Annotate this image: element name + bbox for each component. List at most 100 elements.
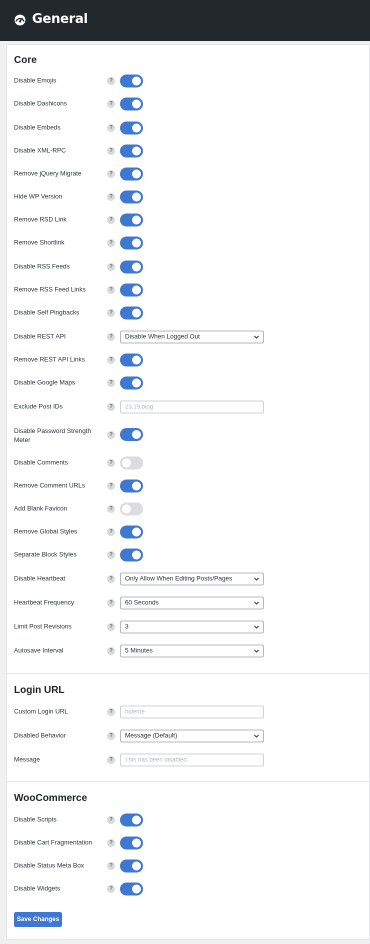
setting-label: Disable Cart Fragmentation: [14, 839, 93, 847]
heartbeat-frequency-select[interactable]: 60 Seconds: [120, 596, 264, 610]
help-icon[interactable]: ?: [107, 505, 115, 513]
setting-row-remove-shortlink: Remove Shortlink ?: [14, 235, 364, 251]
setting-row-exclude-post-ids: Exclude Post IDs ?: [14, 399, 364, 415]
setting-row-hide-wp-version: Hide WP Version ?: [14, 189, 364, 205]
setting-row-disable-heartbeat: Disable Heartbeat ? Only Allow When Edit…: [14, 571, 364, 587]
setting-label: Disable Status Meta Box: [14, 862, 84, 870]
help-icon[interactable]: ?: [107, 379, 115, 387]
help-icon[interactable]: ?: [107, 885, 115, 893]
toggle-switch[interactable]: [120, 306, 143, 320]
help-icon[interactable]: ?: [107, 286, 115, 294]
setting-label: Disable REST API: [14, 333, 66, 341]
toggle-switch[interactable]: [120, 428, 143, 441]
disable-rest-api-select[interactable]: Disable When Logged Out: [120, 330, 264, 344]
setting-label: Disable Google Maps: [14, 379, 76, 387]
setting-row-disable-comments: Disable Comments ?: [14, 455, 364, 471]
toggle-switch[interactable]: [120, 236, 143, 250]
help-icon[interactable]: ?: [107, 575, 115, 583]
setting-row-disabled-behavior: Disabled Behavior ? Message (Default): [14, 728, 364, 744]
toggle-switch[interactable]: [120, 456, 143, 470]
setting-row-remove-comment-urls: Remove Comment URLs ?: [14, 478, 364, 494]
help-icon[interactable]: ?: [107, 170, 115, 178]
message-input[interactable]: [120, 753, 264, 767]
toggle-switch[interactable]: [120, 882, 143, 896]
toggle-switch[interactable]: [120, 190, 143, 204]
exclude-post-ids-input[interactable]: [120, 400, 264, 414]
setting-label: Disable Scripts: [14, 816, 57, 824]
toggle-switch[interactable]: [120, 548, 143, 562]
help-icon[interactable]: ?: [107, 193, 115, 201]
help-icon[interactable]: ?: [107, 647, 115, 655]
setting-row-disable-xml-rpc: Disable XML-RPC ?: [14, 143, 364, 159]
help-icon[interactable]: ?: [107, 756, 115, 764]
setting-label: Hide WP Version: [14, 193, 63, 201]
select-value: 5 Minutes: [125, 647, 153, 655]
chevron-down-icon: [254, 577, 259, 581]
help-icon[interactable]: ?: [107, 708, 115, 716]
disabled-behavior-select[interactable]: Message (Default): [120, 729, 264, 743]
toggle-switch[interactable]: [120, 74, 143, 88]
help-icon[interactable]: ?: [107, 216, 115, 224]
help-icon[interactable]: ?: [107, 356, 115, 364]
setting-row-disable-google-maps: Disable Google Maps ?: [14, 375, 364, 391]
toggle-switch[interactable]: [120, 836, 143, 850]
custom-login-url-input[interactable]: [120, 705, 264, 719]
help-icon[interactable]: ?: [107, 816, 115, 824]
setting-label: Remove Shortlink: [14, 239, 65, 247]
toggle-switch[interactable]: [120, 353, 143, 367]
help-icon[interactable]: ?: [107, 623, 115, 631]
toggle-switch[interactable]: [120, 97, 143, 111]
setting-label: Remove Global Styles: [14, 528, 78, 536]
chevron-down-icon: [254, 734, 259, 738]
setting-label: Disable Heartbeat: [14, 575, 66, 583]
setting-label: Message: [14, 756, 40, 764]
setting-row-add-blank-favicon: Add Blank Favicon ?: [14, 501, 364, 517]
help-icon[interactable]: ?: [107, 77, 115, 85]
help-icon[interactable]: ?: [107, 459, 115, 467]
setting-row-remove-jquery-migrate: Remove jQuery Migrate ?: [14, 166, 364, 182]
select-value: 60 Seconds: [125, 599, 159, 607]
help-icon[interactable]: ?: [107, 239, 115, 247]
toggle-switch[interactable]: [120, 167, 143, 181]
setting-row-heartbeat-frequency: Heartbeat Frequency ? 60 Seconds: [14, 595, 364, 611]
setting-label: Disable Password Strength Meter: [14, 428, 92, 444]
help-icon[interactable]: ?: [107, 732, 115, 740]
help-icon[interactable]: ?: [107, 482, 115, 490]
help-icon[interactable]: ?: [107, 528, 115, 536]
help-icon[interactable]: ?: [107, 839, 115, 847]
help-icon[interactable]: ?: [107, 147, 115, 155]
toggle-switch[interactable]: [120, 260, 143, 274]
toggle-switch[interactable]: [120, 859, 143, 873]
help-icon[interactable]: ?: [107, 862, 115, 870]
help-icon[interactable]: ?: [107, 309, 115, 317]
disable-heartbeat-select[interactable]: Only Allow When Editing Posts/Pages: [120, 572, 264, 586]
setting-label: Remove RSS Feed Links: [14, 286, 86, 294]
setting-row-remove-global-styles: Remove Global Styles ?: [14, 524, 364, 540]
setting-row-disable-rest-api: Disable REST API ? Disable When Logged O…: [14, 329, 364, 345]
help-icon[interactable]: ?: [107, 333, 115, 341]
help-icon[interactable]: ?: [107, 551, 115, 559]
toggle-switch[interactable]: [120, 376, 143, 390]
toggle-switch[interactable]: [120, 213, 143, 227]
help-icon[interactable]: ?: [107, 599, 115, 607]
help-icon[interactable]: ?: [107, 263, 115, 271]
help-icon[interactable]: ?: [107, 403, 115, 411]
toggle-switch[interactable]: [120, 283, 143, 297]
toggle-switch[interactable]: [120, 502, 143, 516]
setting-label: Remove Comment URLs: [14, 482, 86, 490]
autosave-interval-select[interactable]: 5 Minutes: [120, 644, 264, 658]
save-changes-button[interactable]: Save Changes: [14, 912, 62, 927]
setting-label: Heartbeat Frequency: [14, 599, 75, 607]
toggle-switch[interactable]: [120, 144, 143, 158]
toggle-switch[interactable]: [120, 813, 143, 827]
setting-row-remove-rsd-link: Remove RSD Link ?: [14, 212, 364, 228]
toggle-switch[interactable]: [120, 121, 143, 135]
select-value: Message (Default): [125, 732, 178, 740]
toggle-switch[interactable]: [120, 479, 143, 493]
header-bar: General: [0, 0, 370, 41]
help-icon[interactable]: ?: [107, 124, 115, 132]
help-icon[interactable]: ?: [107, 100, 115, 108]
help-icon[interactable]: ?: [107, 431, 115, 439]
limit-post-revisions-select[interactable]: 3: [120, 620, 264, 634]
toggle-switch[interactable]: [120, 525, 143, 539]
